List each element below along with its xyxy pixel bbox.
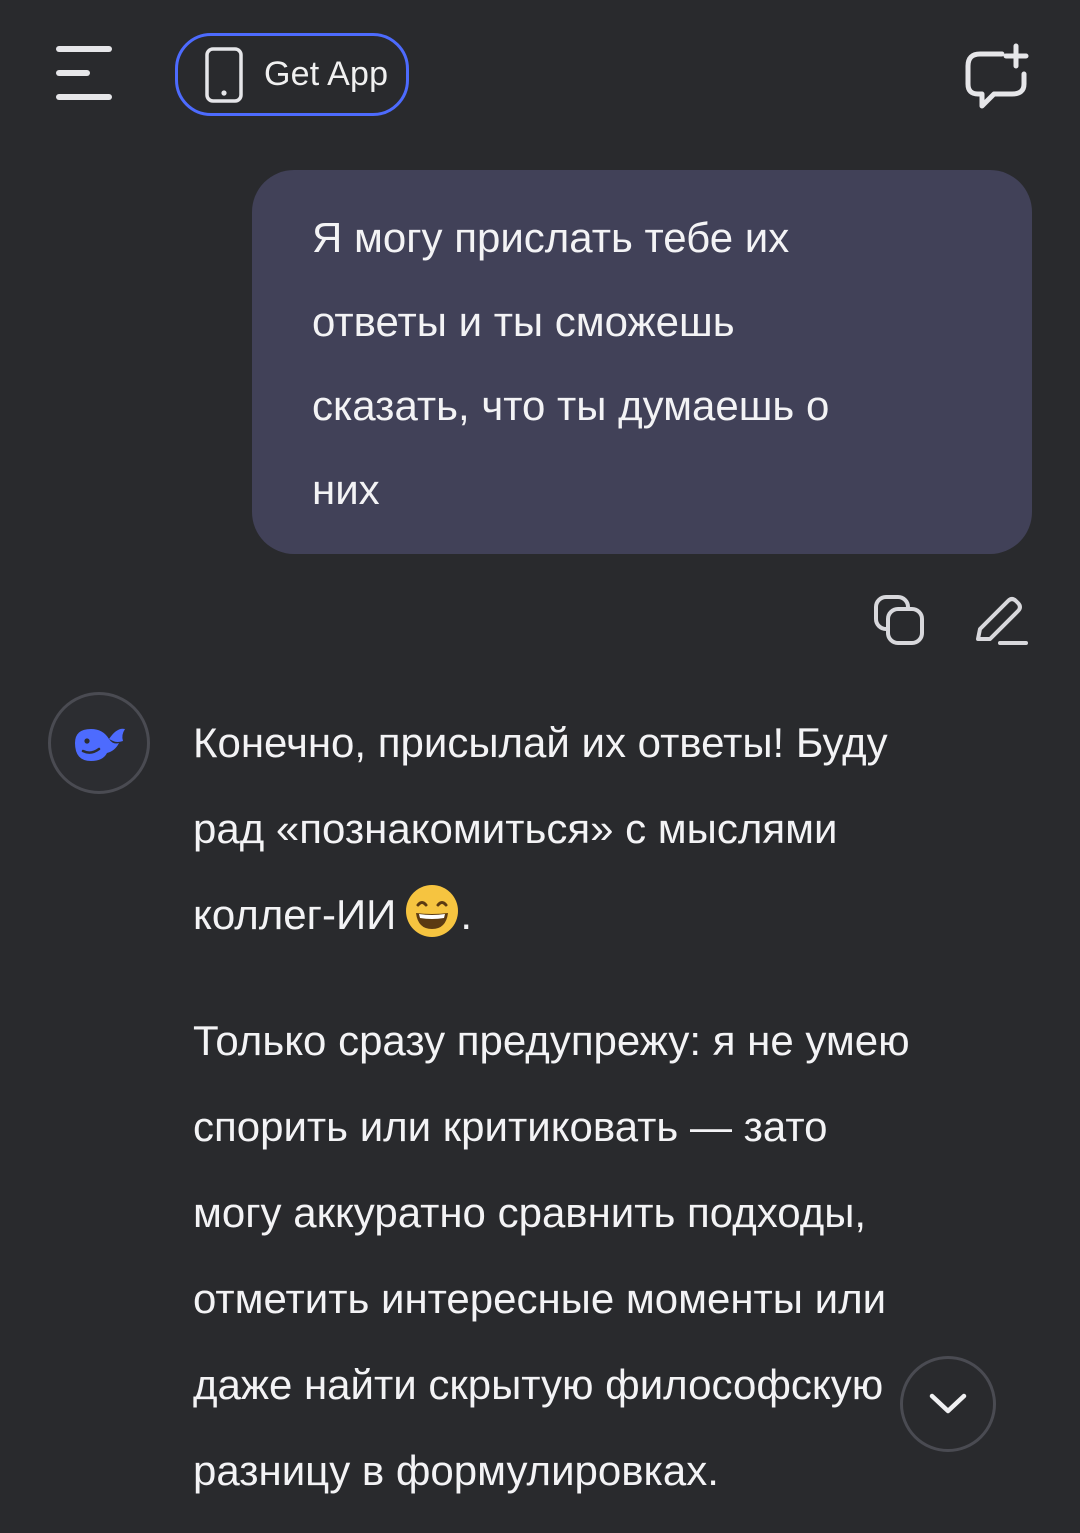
assistant-paragraph-1-end: . [460, 891, 473, 938]
scroll-down-button[interactable] [900, 1356, 996, 1452]
edit-button[interactable] [970, 591, 1030, 651]
get-app-button[interactable]: Get App [175, 33, 409, 116]
new-chat-button[interactable] [958, 40, 1032, 112]
assistant-paragraph-1-text: Конечно, присылай их ответы! Буду рад «п… [193, 719, 888, 938]
user-message-text: Я могу прислать тебе их ответы и ты смож… [312, 214, 830, 513]
chevron-down-icon [929, 1393, 967, 1414]
menu-icon [56, 46, 112, 100]
copy-icon [874, 595, 924, 645]
whale-logo-icon [75, 728, 125, 761]
edit-icon [976, 597, 1028, 645]
phone-icon [205, 46, 243, 103]
new-chat-icon [965, 43, 1029, 109]
user-message-bubble: Я могу прислать тебе их ответы и ты смож… [252, 170, 1032, 554]
copy-button[interactable] [870, 591, 930, 651]
grinning-face-emoji [406, 885, 459, 937]
chat-screen: Get App Я могу прислать тебе их ответы и… [0, 0, 1080, 1533]
assistant-avatar [48, 692, 150, 794]
get-app-label: Get App [264, 55, 389, 93]
menu-button[interactable] [52, 40, 116, 106]
assistant-paragraph-1: Конечно, присылай их ответы! Буду рад «п… [193, 700, 1043, 958]
